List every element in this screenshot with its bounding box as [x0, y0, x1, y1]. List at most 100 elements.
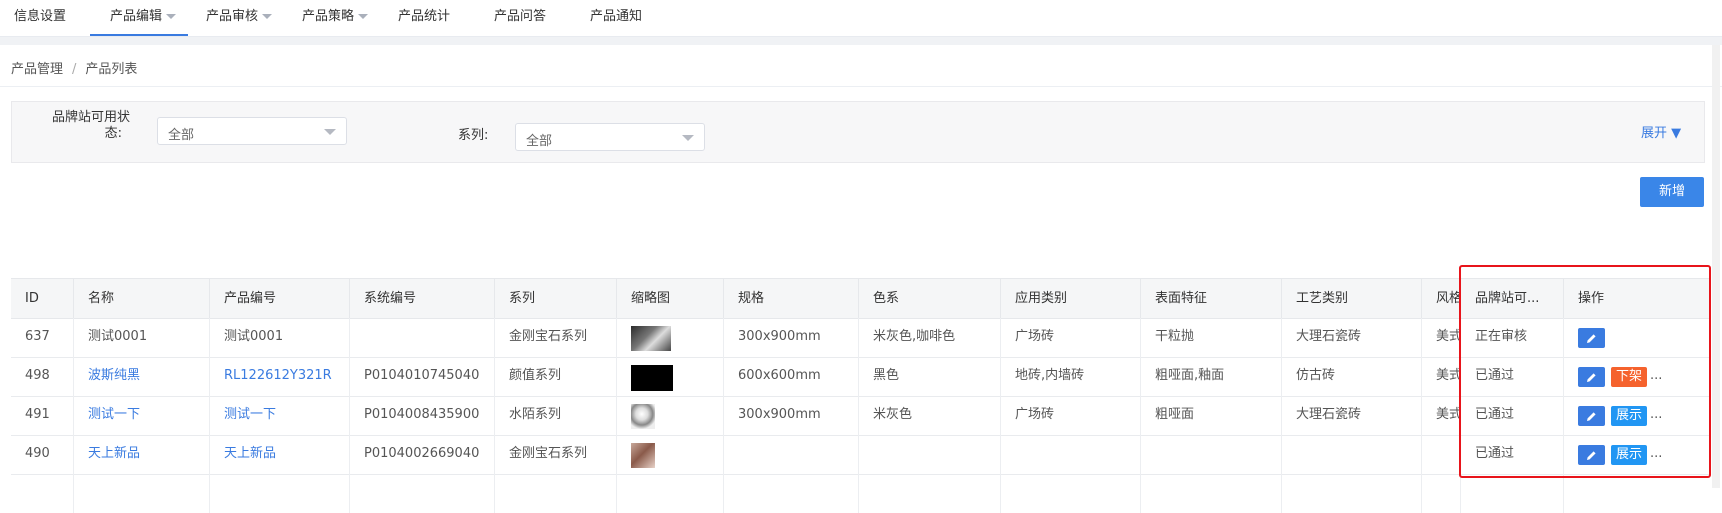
chevron-down-icon [324, 129, 336, 135]
thumbnail-image[interactable] [631, 365, 673, 391]
cell-thumb [616, 357, 723, 396]
cell-spec: 600x600mm [723, 357, 858, 396]
expand-toggle[interactable]: 展开 ▼ [1641, 122, 1681, 141]
cell-app: 广场砖 [1000, 318, 1140, 357]
cell-app: 地砖,内墙砖 [1000, 357, 1140, 396]
cell-craft: 大理石瓷砖 [1281, 396, 1421, 435]
cell-series: 金刚宝石系列 [494, 435, 616, 474]
column-header[interactable]: 系列 [494, 279, 616, 318]
column-header[interactable]: 名称 [73, 279, 209, 318]
cell-series: 颜值系列 [494, 357, 616, 396]
table-header: ID 名称 产品编号 系统编号 系列 缩略图 规格 色系 应用类别 表面特征 工艺类别 风格 品牌站可.… [11, 278, 1711, 319]
cell-spec: 300x900mm [723, 318, 858, 357]
nav-item-5[interactable]: 产品问答 [494, 0, 546, 36]
brand-status-label: 品牌站可用状 态: [52, 110, 131, 141]
cell-series: 金刚宝石系列 [494, 318, 616, 357]
cell-color: 米灰色,咖啡色 [858, 318, 1000, 357]
cell [349, 474, 494, 513]
cell [209, 474, 349, 513]
add-button[interactable]: 新增 [1640, 177, 1704, 207]
column-header[interactable]: 缩略图 [616, 279, 723, 318]
table-row: 637 测试0001 测试0001 金刚宝石系列 300x900mm 米灰色,咖啡色 广场砖… [11, 318, 1711, 358]
cell-code[interactable]: 测试一下 [209, 396, 349, 435]
nav-item-2[interactable]: 产品审核 [206, 0, 273, 36]
series-select[interactable]: 全部 [515, 123, 705, 151]
cell-sys: P0104010745040 [349, 357, 494, 396]
table-row: 491 测试一下 测试一下 P0104008435900 水陌系列 300x900mm 米灰… [11, 396, 1711, 436]
cell [494, 474, 616, 513]
nav-item-3[interactable]: 产品策略 [302, 0, 369, 36]
cell-code: 测试0001 [209, 318, 349, 357]
column-header[interactable]: 色系 [858, 279, 1000, 318]
nav-divider [0, 37, 1722, 45]
nav-item-6[interactable]: 产品通知 [590, 0, 642, 36]
cell [1281, 474, 1421, 513]
nav-item-label: 产品策略 [302, 9, 355, 24]
scrollbar[interactable] [1712, 45, 1720, 488]
column-header[interactable]: 系统编号 [349, 279, 494, 318]
breadcrumb: 产品管理 / 产品列表 [11, 58, 137, 77]
column-header[interactable]: 应用类别 [1000, 279, 1140, 318]
cell-craft: 大理石瓷砖 [1281, 318, 1421, 357]
cell-craft [1281, 435, 1421, 474]
cell-code[interactable]: RL122612Y321R [209, 357, 349, 396]
chevron-down-icon [166, 14, 177, 19]
breadcrumb-root[interactable]: 产品管理 [11, 62, 63, 77]
cell-code[interactable]: 天上新品 [209, 435, 349, 474]
chevron-down-icon [682, 135, 694, 141]
cell [858, 474, 1000, 513]
cell-name[interactable]: 波斯纯黑 [73, 357, 209, 396]
column-header[interactable]: 产品编号 [209, 279, 349, 318]
cell-style: 美式 [1421, 318, 1460, 357]
column-header[interactable]: 规格 [723, 279, 858, 318]
chevron-down-icon [262, 14, 273, 19]
cell-style: 美式 [1421, 396, 1460, 435]
series-label: 系列: [458, 128, 489, 143]
column-header[interactable]: 工艺类别 [1281, 279, 1421, 318]
cell-app: 广场砖 [1000, 396, 1140, 435]
thumbnail-image[interactable] [631, 404, 655, 429]
column-header[interactable]: ID [11, 279, 73, 318]
cell [1460, 474, 1563, 513]
thumbnail-image[interactable] [631, 326, 671, 351]
nav-item-4[interactable]: 产品统计 [398, 0, 450, 36]
cell-id: 498 [25, 368, 50, 383]
chevron-down-icon [358, 14, 369, 19]
nav-item-label: 产品问答 [494, 9, 547, 24]
breadcrumb-current: 产品列表 [85, 62, 138, 77]
cell [1140, 474, 1281, 513]
cell [616, 474, 723, 513]
cell-thumb [616, 435, 723, 474]
cell [723, 474, 858, 513]
nav-item-1[interactable]: 产品编辑 [90, 0, 189, 36]
column-header[interactable]: 风格 [1421, 279, 1460, 318]
cell-style [1421, 435, 1460, 474]
cell-craft: 仿古砖 [1281, 357, 1421, 396]
cell-name[interactable]: 测试一下 [73, 396, 209, 435]
brand-status-select[interactable]: 全部 [157, 117, 347, 145]
cell-name[interactable]: 天上新品 [73, 435, 209, 474]
highlight-box [1459, 265, 1711, 478]
cell-color: 米灰色 [858, 396, 1000, 435]
cell-id: 637 [25, 329, 50, 344]
table-row [11, 474, 1711, 513]
cell-surface [1140, 435, 1281, 474]
cell-color [858, 435, 1000, 474]
thumbnail-image[interactable] [631, 443, 655, 468]
nav-item-label: 产品通知 [590, 9, 643, 24]
cell-id: 491 [25, 407, 50, 422]
column-header[interactable]: 表面特征 [1140, 279, 1281, 318]
breadcrumb-separator: / [72, 62, 77, 77]
nav-item-0[interactable]: 信息设置 [14, 0, 66, 36]
cell-name: 测试0001 [73, 318, 209, 357]
cell [1421, 474, 1460, 513]
cell-spec [723, 435, 858, 474]
cell-app [1000, 435, 1140, 474]
cell-surface: 粗哑面 [1140, 396, 1281, 435]
brand-status-value: 全部 [168, 128, 195, 143]
nav-item-label: 产品统计 [398, 9, 451, 24]
cell-surface: 干粒抛 [1140, 318, 1281, 357]
cell-series: 水陌系列 [494, 396, 616, 435]
nav-item-label: 产品编辑 [110, 9, 163, 24]
table-row: 490 天上新品 天上新品 P0104002669040 金刚宝石系列 已通过 展示... [11, 435, 1711, 475]
